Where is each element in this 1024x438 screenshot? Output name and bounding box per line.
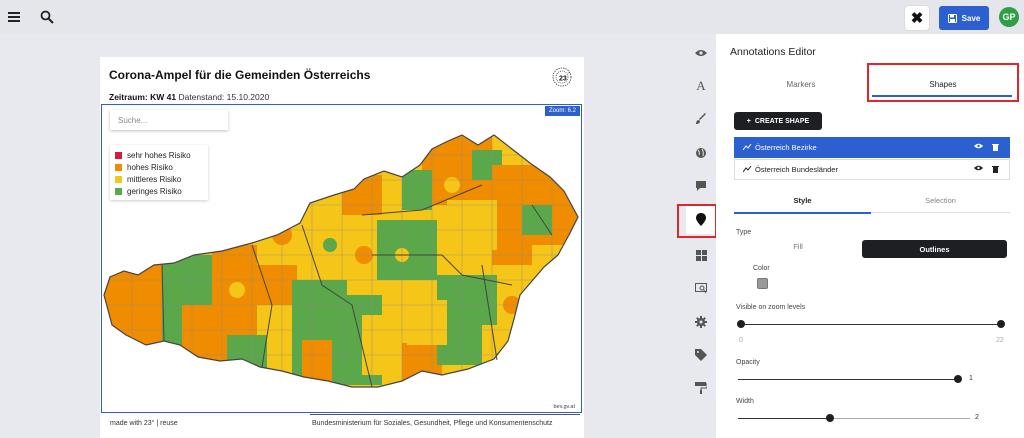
legend-swatch xyxy=(115,151,122,159)
highlight-box-shapes xyxy=(867,63,1019,102)
polyline-icon xyxy=(743,166,752,173)
polyline-icon xyxy=(743,144,752,151)
zoom-levels-label: Visible on zoom levels xyxy=(736,304,806,311)
avatar[interactable]: GP xyxy=(999,7,1019,27)
type-outlines-option[interactable]: Outlines xyxy=(862,240,1007,258)
width-slider-handle[interactable] xyxy=(826,414,834,422)
floppy-icon xyxy=(947,13,957,23)
map-card: Corona-Ampel für die Gemeinden Österreic… xyxy=(100,57,584,438)
zoom-slider-max-handle[interactable] xyxy=(997,320,1005,328)
width-label: Width xyxy=(736,398,754,405)
eye-icon[interactable] xyxy=(692,44,710,62)
eye-icon[interactable] xyxy=(974,165,983,171)
subtab-divider xyxy=(871,212,1010,213)
create-shape-button[interactable]: + CREATE SHAPE xyxy=(734,112,822,130)
screen-icon[interactable] xyxy=(692,279,710,297)
layer-label: Österreich Bezirke xyxy=(755,143,817,152)
plus-icon: + xyxy=(746,117,751,125)
subtab-selection[interactable]: Selection xyxy=(871,196,1010,205)
map-legend: sehr hohes Risiko hohes Risiko mittleres… xyxy=(110,145,208,200)
legend-label: geringes Risiko xyxy=(127,186,182,196)
comment-icon[interactable] xyxy=(692,177,710,195)
legend-swatch xyxy=(115,175,122,183)
menu-icon[interactable] xyxy=(6,8,24,26)
subtab-style[interactable]: Style xyxy=(734,196,871,205)
eye-icon[interactable] xyxy=(974,143,983,149)
legend-item: geringes Risiko xyxy=(115,185,203,197)
opacity-slider-handle[interactable] xyxy=(954,375,962,383)
map-search-input[interactable]: Suche... xyxy=(110,110,228,130)
panel-title: Annotations Editor xyxy=(730,46,816,58)
annotations-panel: Annotations Editor Markers Shapes + CREA… xyxy=(716,34,1024,438)
tag-icon[interactable] xyxy=(692,346,710,364)
brush-icon[interactable] xyxy=(692,110,710,128)
zoom-slider-track[interactable] xyxy=(741,324,1001,325)
layer-label: Österreich Bundesländer xyxy=(755,165,838,174)
text-icon[interactable]: A xyxy=(692,77,710,95)
close-button[interactable]: ✖ xyxy=(905,6,929,30)
layer-row-bundeslaender[interactable]: Österreich Bundesländer xyxy=(734,159,1010,180)
tab-markers[interactable]: Markers xyxy=(754,80,848,89)
width-slider-fill xyxy=(738,418,830,419)
type-label: Type xyxy=(736,229,752,236)
source-label: bev.gv.at xyxy=(553,404,575,410)
opacity-value: 1 xyxy=(969,375,973,382)
footer-credit[interactable]: made with 23° | reuse xyxy=(110,420,178,427)
globe-icon[interactable] xyxy=(692,144,710,162)
grid-icon[interactable] xyxy=(692,246,710,264)
layer-row-bezirke[interactable]: Österreich Bezirke xyxy=(734,137,1010,158)
subtab-style-indicator xyxy=(734,212,871,214)
save-label: Save xyxy=(961,13,981,23)
logo-23-degrees: 23 ° xyxy=(551,66,573,88)
map-title: Corona-Ampel für die Gemeinden Österreic… xyxy=(109,68,371,82)
map-subtitle: Zeitraum: KW 41 Datenstand: 15.10.2020 xyxy=(109,92,269,102)
search-icon[interactable] xyxy=(38,8,56,26)
gear-icon[interactable] xyxy=(692,313,710,331)
legend-item: hohes Risiko xyxy=(115,161,203,173)
type-fill-option[interactable]: Fill xyxy=(746,242,850,251)
width-value: 2 xyxy=(975,414,979,421)
legend-label: hohes Risiko xyxy=(127,162,173,172)
opacity-slider-track[interactable] xyxy=(738,379,960,380)
save-button[interactable]: Save xyxy=(939,6,989,30)
zoom-max-value: 22 xyxy=(996,337,1004,344)
trash-icon[interactable] xyxy=(992,165,999,173)
legend-swatch xyxy=(115,187,122,195)
create-shape-label: CREATE SHAPE xyxy=(754,117,810,125)
footer-publisher: Bundesministerium für Soziales, Gesundhe… xyxy=(312,420,553,427)
color-swatch[interactable] xyxy=(757,278,768,289)
period-label: Zeitraum: KW 41 xyxy=(109,92,177,102)
top-bar: ✖ Save GP xyxy=(0,0,1024,34)
svg-text:23: 23 xyxy=(559,76,567,83)
map-frame[interactable]: Zoom: 6.2 Suche... sehr hohes Risiko hoh… xyxy=(101,104,582,413)
trash-icon[interactable] xyxy=(992,143,999,151)
opacity-label: Opacity xyxy=(736,359,760,366)
highlight-box-marker xyxy=(677,204,717,238)
legend-swatch xyxy=(115,163,122,171)
legend-label: sehr hohes Risiko xyxy=(127,150,191,160)
zoom-min-value: 0 xyxy=(739,337,743,344)
zoom-badge: Zoom: 6.2 xyxy=(544,106,580,116)
footer-divider xyxy=(310,414,580,415)
color-label: Color xyxy=(753,265,770,272)
paint-roller-icon[interactable] xyxy=(692,379,710,397)
legend-item: sehr hohes Risiko xyxy=(115,149,203,161)
date-label: Datenstand: 15.10.2020 xyxy=(178,92,270,102)
legend-item: mittleres Risiko xyxy=(115,173,203,185)
zoom-slider-min-handle[interactable] xyxy=(737,320,745,328)
legend-label: mittleres Risiko xyxy=(127,174,182,184)
